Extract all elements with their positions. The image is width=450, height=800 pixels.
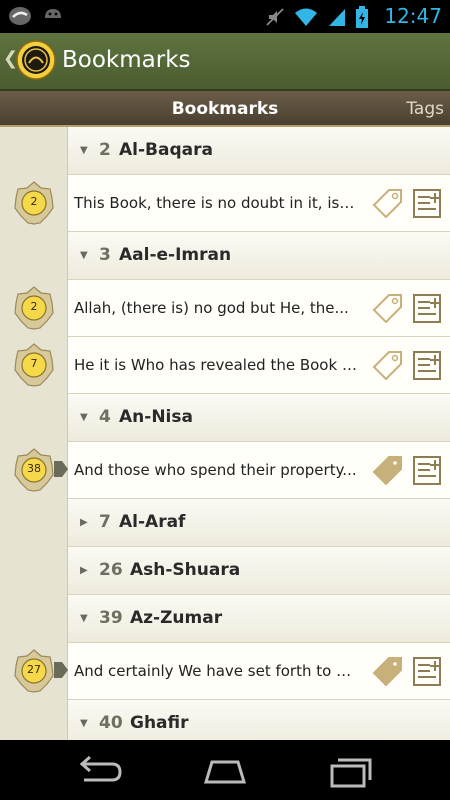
tab-bookmarks[interactable]: Bookmarks [150, 91, 300, 127]
expand-arrow-icon: ▶ [80, 565, 88, 576]
surah-name: Al-Baqara [119, 140, 213, 160]
signal-icon [329, 9, 345, 26]
tag-icon[interactable] [372, 656, 404, 686]
surah-header[interactable]: ▼ 4 An-Nisa [68, 394, 450, 442]
surah-name: Ash-Shuara [130, 560, 241, 580]
surah-name: Az-Zumar [130, 608, 223, 628]
page-title: Bookmarks [62, 47, 191, 73]
bookmark-text: And certainly We have set forth to m... [74, 662, 359, 680]
surah-number: 3 [99, 245, 111, 265]
status-bar: 12:47 [0, 0, 450, 33]
battery-icon [356, 6, 368, 28]
bookmark-item[interactable]: And those who spend their property... [68, 442, 450, 499]
tab-bar: Bookmarks Tags [0, 91, 450, 127]
verse-number: 27 [27, 663, 41, 676]
add-note-icon[interactable] [412, 655, 442, 687]
back-icon[interactable] [74, 754, 124, 788]
tag-icon[interactable] [372, 188, 404, 218]
surah-name: Ghafir [130, 713, 189, 733]
home-icon[interactable] [200, 754, 250, 788]
surah-number: 40 [99, 713, 123, 733]
surah-number: 2 [99, 140, 111, 160]
bookmark-item[interactable]: Allah, (there is) no god but He, the... [68, 280, 450, 337]
clock: 12:47 [384, 4, 442, 28]
verse-number: 38 [27, 462, 41, 475]
collapse-arrow-icon: ▼ [80, 613, 88, 624]
surah-name: An-Nisa [119, 407, 193, 427]
add-note-icon[interactable] [412, 187, 442, 219]
expand-arrow-icon: ▶ [80, 517, 88, 528]
bookmark-text: Allah, (there is) no god but He, the... [74, 299, 349, 317]
add-note-icon[interactable] [412, 292, 442, 324]
tag-icon[interactable] [372, 455, 404, 485]
bookmark-text: And those who spend their property... [74, 461, 357, 479]
surah-header[interactable]: ▶ 7 Al-Araf [68, 499, 450, 547]
surah-header[interactable]: ▼ 3 Aal-e-Imran [68, 232, 450, 280]
tag-icon[interactable] [372, 350, 404, 380]
collapse-arrow-icon: ▼ [80, 718, 88, 729]
tag-icon[interactable] [372, 293, 404, 323]
app-logo-icon[interactable] [16, 40, 56, 80]
bookmark-text: This Book, there is no doubt in it, is a… [74, 194, 359, 212]
tagged-marker-icon [54, 461, 68, 477]
recent-apps-icon[interactable] [326, 754, 376, 788]
surah-number: 4 [99, 407, 111, 427]
collapse-arrow-icon: ▼ [80, 145, 88, 156]
verse-number: 2 [30, 300, 38, 313]
surah-number: 39 [99, 608, 123, 628]
tagged-marker-icon [54, 662, 68, 678]
action-bar: ❮ Bookmarks [0, 33, 450, 91]
verse-number: 2 [30, 195, 38, 208]
add-note-icon[interactable] [412, 454, 442, 486]
verse-number: 7 [30, 357, 38, 370]
collapse-arrow-icon: ▼ [80, 250, 88, 261]
surah-name: Al-Araf [119, 512, 186, 532]
bookmark-item[interactable]: And certainly We have set forth to m... [68, 643, 450, 700]
mute-icon [266, 8, 284, 26]
bookmark-item[interactable]: He it is Who has revealed the Book t... [68, 337, 450, 394]
surah-number: 7 [99, 512, 111, 532]
surah-header[interactable]: ▼ 40 Ghafir [68, 700, 450, 740]
bookmark-item[interactable]: This Book, there is no doubt in it, is a… [68, 175, 450, 232]
collapse-arrow-icon: ▼ [80, 412, 88, 423]
android-debug-icon [45, 9, 61, 18]
navigation-bar [0, 740, 450, 800]
add-note-icon[interactable] [412, 349, 442, 381]
tab-tags[interactable]: Tags [406, 91, 444, 127]
surah-header[interactable]: ▼ 2 Al-Baqara [68, 127, 450, 175]
surah-number: 26 [99, 560, 123, 580]
bookmark-text: He it is Who has revealed the Book t... [74, 356, 359, 374]
surah-header[interactable]: ▼ 39 Az-Zumar [68, 595, 450, 643]
surah-name: Aal-e-Imran [119, 245, 232, 265]
surah-header[interactable]: ▶ 26 Ash-Shuara [68, 547, 450, 595]
wifi-icon [295, 8, 317, 26]
bookmark-list: ▼ 2 Al-Baqara This Book, there is no doubt … [0, 127, 450, 740]
app-notification-icon [9, 7, 31, 25]
